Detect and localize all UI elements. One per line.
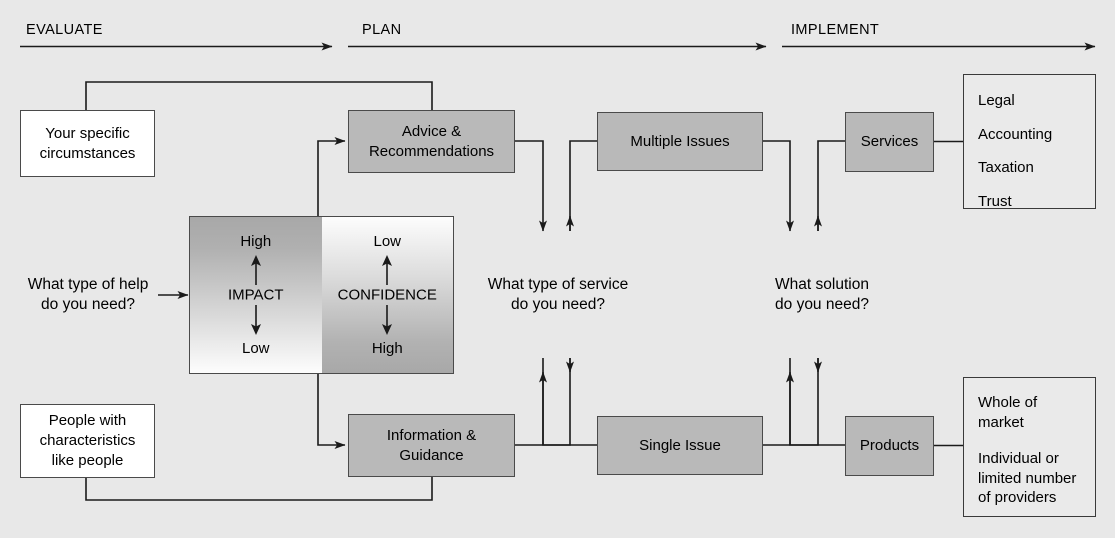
phase-label-plan: PLAN [362,22,402,38]
question-solution-line2: do you need? [775,296,869,314]
phase-label-implement: IMPLEMENT [791,22,880,38]
node-single-issue-label: Single Issue [639,436,721,454]
question-service-line1: What type of service [487,276,629,293]
question-solution-line1: What solution [775,276,869,293]
question-service: What type of service do you need? [478,275,638,315]
impact-confidence-matrix: High IMPACT Low Low CONFIDENCE High [189,216,454,374]
node-products[interactable]: Products [845,416,934,476]
node-services[interactable]: Services [845,112,934,172]
impact-label: IMPACT [227,286,284,304]
list-item: Individual or limited number of provider… [978,450,1077,506]
node-people-characteristics-label: People with characteristics like people [39,412,136,469]
confidence-bottom-label: High [371,340,403,357]
list-products: Whole of market Individual or limited nu… [963,377,1096,517]
impact-up-arrow-icon [250,255,261,285]
list-item: Whole of market [978,394,1038,431]
question-help-line1: What type of help [27,276,149,293]
node-information-label: Information & Guidance [386,426,477,464]
node-your-circumstances-label: Your specific circumstances [39,124,136,162]
confidence-up-arrow-icon [382,255,393,285]
impact-down-arrow-icon [250,305,261,335]
node-single-issue[interactable]: Single Issue [597,416,763,475]
impact-bottom-label: Low [241,340,270,357]
matrix-cell-confidence: Low CONFIDENCE High [321,217,453,373]
question-solution: What solution do you need? [752,275,892,315]
node-advice-recommendations[interactable]: Advice & Recommendations [348,110,515,173]
phase-label-evaluate: EVALUATE [26,22,103,38]
question-help-line2: do you need? [41,296,135,314]
confidence-top-label: Low [373,233,402,250]
question-service-line2: do you need? [511,296,605,314]
list-item: Accounting [978,125,1053,143]
question-help: What type of help do you need? [18,275,158,315]
node-multiple-issues-label: Multiple Issues [630,132,730,150]
confidence-down-arrow-icon [382,305,393,335]
node-advice-label: Advice & Recommendations [368,122,495,160]
list-item: Taxation [978,159,1034,176]
connector-lines [20,42,1096,501]
node-people-characteristics[interactable]: People with characteristics like people [20,404,155,478]
list-item: Legal [978,92,1015,109]
node-multiple-issues[interactable]: Multiple Issues [597,112,763,171]
diagram-canvas: EVALUATE PLAN IMPLEMENT Your specific ci… [0,0,1115,538]
confidence-label: CONFIDENCE [337,286,437,304]
impact-top-label: High [240,233,272,250]
list-services: Legal Accounting Taxation Trust [963,74,1096,210]
node-products-label: Products [859,437,920,455]
node-information-guidance[interactable]: Information & Guidance [348,414,515,477]
matrix-cell-impact: High IMPACT Low [190,217,322,373]
node-services-label: Services [860,133,919,151]
node-your-circumstances[interactable]: Your specific circumstances [20,110,155,177]
list-item: Trust [978,192,1012,210]
